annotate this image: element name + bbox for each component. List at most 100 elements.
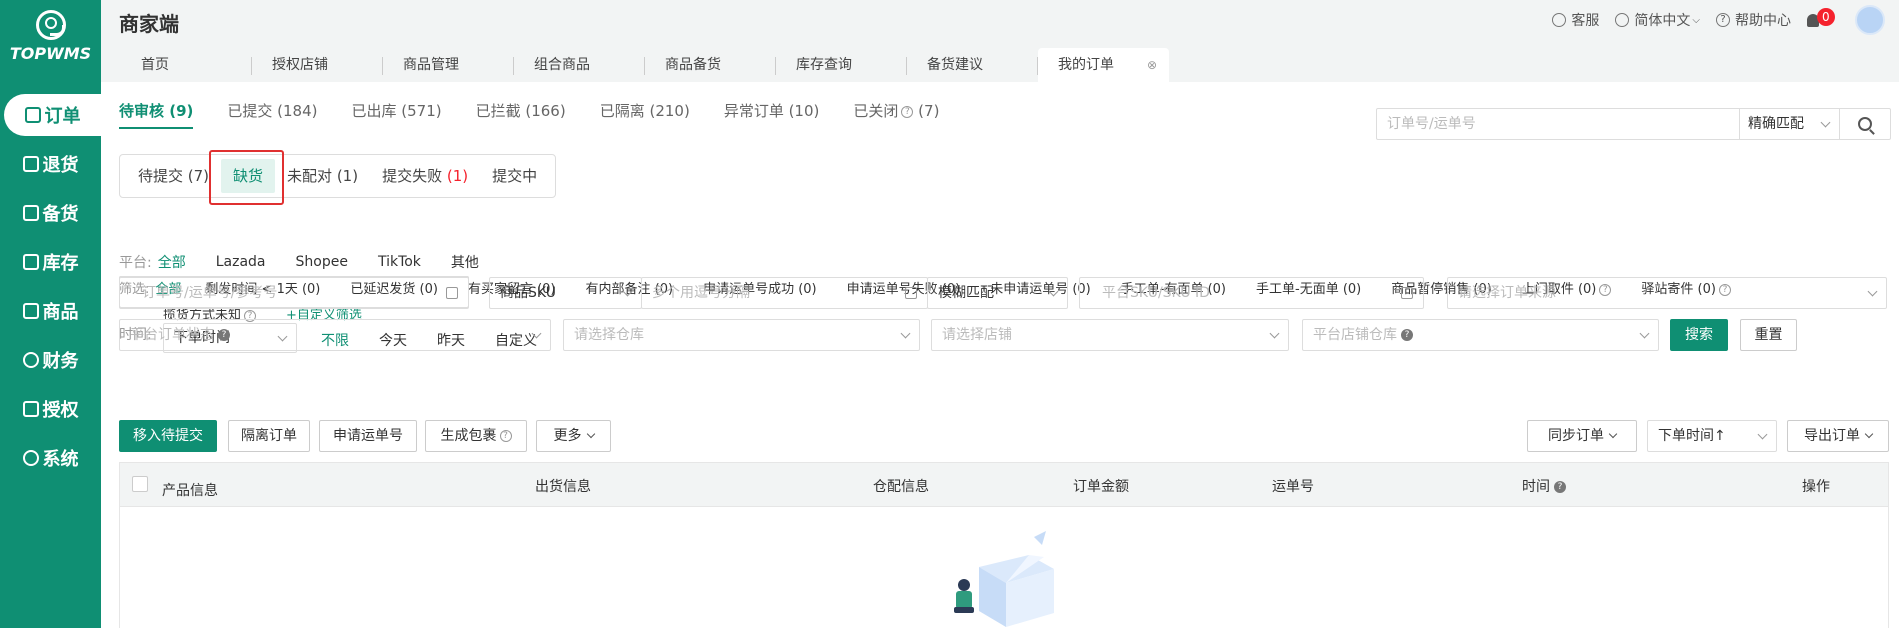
col-shipping: 出货信息: [535, 479, 591, 495]
tab-auth-store[interactable]: 授权店铺: [252, 48, 383, 82]
tab-home[interactable]: 首页: [121, 48, 252, 82]
page-title: 商家端: [119, 12, 179, 36]
avatar[interactable]: [1855, 5, 1885, 35]
col-product: 产品信息: [162, 483, 218, 499]
platform-other[interactable]: 其他: [451, 252, 479, 272]
status-tab-isolated[interactable]: 已隔离 (210): [600, 100, 690, 129]
match-mode-select[interactable]: 精确匹配: [1740, 109, 1840, 139]
headset-icon: [1552, 13, 1567, 27]
tab-stock-advice[interactable]: 备货建议: [907, 48, 1038, 82]
tab-goods[interactable]: 商品管理: [383, 48, 514, 82]
logo-icon: [35, 10, 66, 40]
sub-tab-unpaired[interactable]: 未配对 (1): [275, 159, 370, 193]
return-icon: [22, 156, 39, 172]
sku-type-select[interactable]: 商品SKU: [489, 277, 642, 309]
order-ref-input[interactable]: 订单号/运单号/参考号: [119, 277, 469, 309]
sort-select[interactable]: 下单时间↑: [1647, 420, 1777, 452]
status-tab-abnormal[interactable]: 异常订单 (10): [724, 100, 820, 129]
sidebar-item-order[interactable]: 订单: [4, 94, 101, 136]
store-warehouse-select[interactable]: 平台店铺仓库?: [1302, 319, 1659, 351]
globe-icon: [1615, 13, 1630, 27]
status-tab-shipped[interactable]: 已出库 (571): [351, 100, 441, 129]
search-button[interactable]: [1840, 109, 1890, 139]
notification-button[interactable]: 0: [1807, 7, 1835, 27]
order-source-select[interactable]: 请选择订单来源: [1447, 277, 1887, 309]
inventory-icon: [22, 254, 39, 270]
close-icon[interactable]: ⊗: [1147, 48, 1157, 82]
chevron-down-icon: [1639, 328, 1650, 339]
sync-orders-button[interactable]: 同步订单: [1527, 420, 1637, 452]
sidebar-item-stock[interactable]: 备货: [0, 192, 101, 234]
chevron-down-icon: [1864, 429, 1874, 439]
tab-inventory[interactable]: 库存查询: [776, 48, 907, 82]
highlight-box: [209, 150, 284, 205]
chevron-down-icon: [1757, 429, 1768, 440]
paste-icon[interactable]: [446, 287, 458, 299]
platform-sku-input[interactable]: 平台SKU/SKU ID: [1079, 277, 1424, 309]
isolate-order-button[interactable]: 隔离订单: [228, 420, 310, 452]
help-icon[interactable]: ?: [218, 329, 230, 341]
sidebar-item-finance[interactable]: 财务: [0, 339, 101, 381]
help-icon[interactable]: ?: [499, 430, 512, 442]
platform-lazada[interactable]: Lazada: [216, 254, 266, 270]
sub-tab-pending-submit[interactable]: 待提交 (7): [126, 159, 221, 193]
status-tab-pending-review[interactable]: 待审核 (9): [119, 100, 194, 129]
chevron-down-icon: [1608, 429, 1618, 439]
paste-icon[interactable]: [1401, 287, 1413, 299]
search-submit-button[interactable]: 搜索: [1670, 319, 1728, 351]
sku-multi-input[interactable]: 多个用逗号分隔: [641, 277, 928, 309]
help-icon[interactable]: ?: [901, 105, 914, 118]
tab-my-orders[interactable]: 我的订单 ⊗: [1038, 48, 1169, 82]
chevron-down-icon: [1867, 286, 1878, 297]
language-select[interactable]: 简体中文 ⌵: [1615, 10, 1700, 30]
sidebar-item-auth[interactable]: 授权: [0, 388, 101, 430]
page-tabs: 首页 授权店铺 商品管理 组合商品 商品备货 库存查询 备货建议 我的订单 ⊗: [121, 48, 1169, 82]
fuzzy-match-select[interactable]: 模糊匹配: [927, 277, 1068, 309]
platform-tiktok[interactable]: TikTok: [378, 254, 421, 270]
col-waybill: 运单号: [1272, 479, 1314, 495]
sidebar-item-settings[interactable]: 系统: [0, 437, 101, 479]
store-select[interactable]: 请选择店铺: [931, 319, 1289, 351]
apply-waybill-button[interactable]: 申请运单号: [319, 420, 417, 452]
notification-badge: 0: [1817, 7, 1835, 26]
service-link[interactable]: 客服: [1552, 10, 1599, 30]
reset-button[interactable]: 重置: [1740, 319, 1797, 351]
order-search-input[interactable]: 订单号/运单号: [1377, 109, 1740, 139]
stock-icon: [22, 205, 39, 221]
sub-tab-submitting[interactable]: 提交中: [480, 159, 549, 193]
more-button[interactable]: 更多: [536, 420, 611, 452]
col-warehouse: 仓配信息: [873, 479, 929, 495]
col-time: 时间?: [1522, 476, 1566, 496]
status-tab-submitted[interactable]: 已提交 (184): [227, 100, 317, 129]
order-search-box: 订单号/运单号 精确匹配: [1376, 108, 1891, 140]
platform-all[interactable]: 全部: [158, 252, 186, 272]
paste-icon[interactable]: [905, 287, 917, 299]
chevron-down-icon: [900, 328, 911, 339]
select-all-checkbox[interactable]: [132, 476, 148, 492]
help-icon[interactable]: ?: [1554, 481, 1566, 493]
search-icon: [1858, 117, 1872, 131]
sidebar: TOPWMS 订单 退货 备货 库存 商品 财务 授权 系统: [0, 0, 101, 628]
tab-goods-stock[interactable]: 商品备货: [645, 48, 776, 82]
help-link[interactable]: ? 帮助中心: [1716, 10, 1791, 30]
status-tab-closed[interactable]: 已关闭? (7): [853, 100, 939, 129]
export-orders-button[interactable]: 导出订单: [1787, 420, 1889, 452]
help-icon[interactable]: ?: [1401, 329, 1413, 341]
platform-status-select[interactable]: 平台订单状态?: [119, 319, 551, 351]
sidebar-item-inventory[interactable]: 库存: [0, 241, 101, 283]
sidebar-item-goods[interactable]: 商品: [0, 290, 101, 332]
chevron-down-icon: [1269, 328, 1280, 339]
chevron-down-icon: [586, 429, 595, 439]
sub-tab-submit-failed[interactable]: 提交失败 (1): [370, 159, 480, 193]
platform-filter: 平台: 全部 Lazada Shopee TikTok 其他: [119, 252, 479, 272]
table-header: 产品信息 出货信息 仓配信息 订单金额 运单号 时间? 操作: [119, 462, 1889, 507]
generate-package-button[interactable]: 生成包裹?: [425, 420, 527, 452]
warehouse-select[interactable]: 请选择仓库: [563, 319, 920, 351]
platform-shopee[interactable]: Shopee: [296, 254, 348, 270]
goods-icon: [22, 303, 39, 319]
move-to-pending-button[interactable]: 移入待提交: [119, 420, 217, 452]
tab-combo[interactable]: 组合商品: [514, 48, 645, 82]
logo[interactable]: TOPWMS: [0, 10, 101, 63]
sidebar-item-return[interactable]: 退货: [0, 143, 101, 185]
status-tab-intercepted[interactable]: 已拦截 (166): [476, 100, 566, 129]
